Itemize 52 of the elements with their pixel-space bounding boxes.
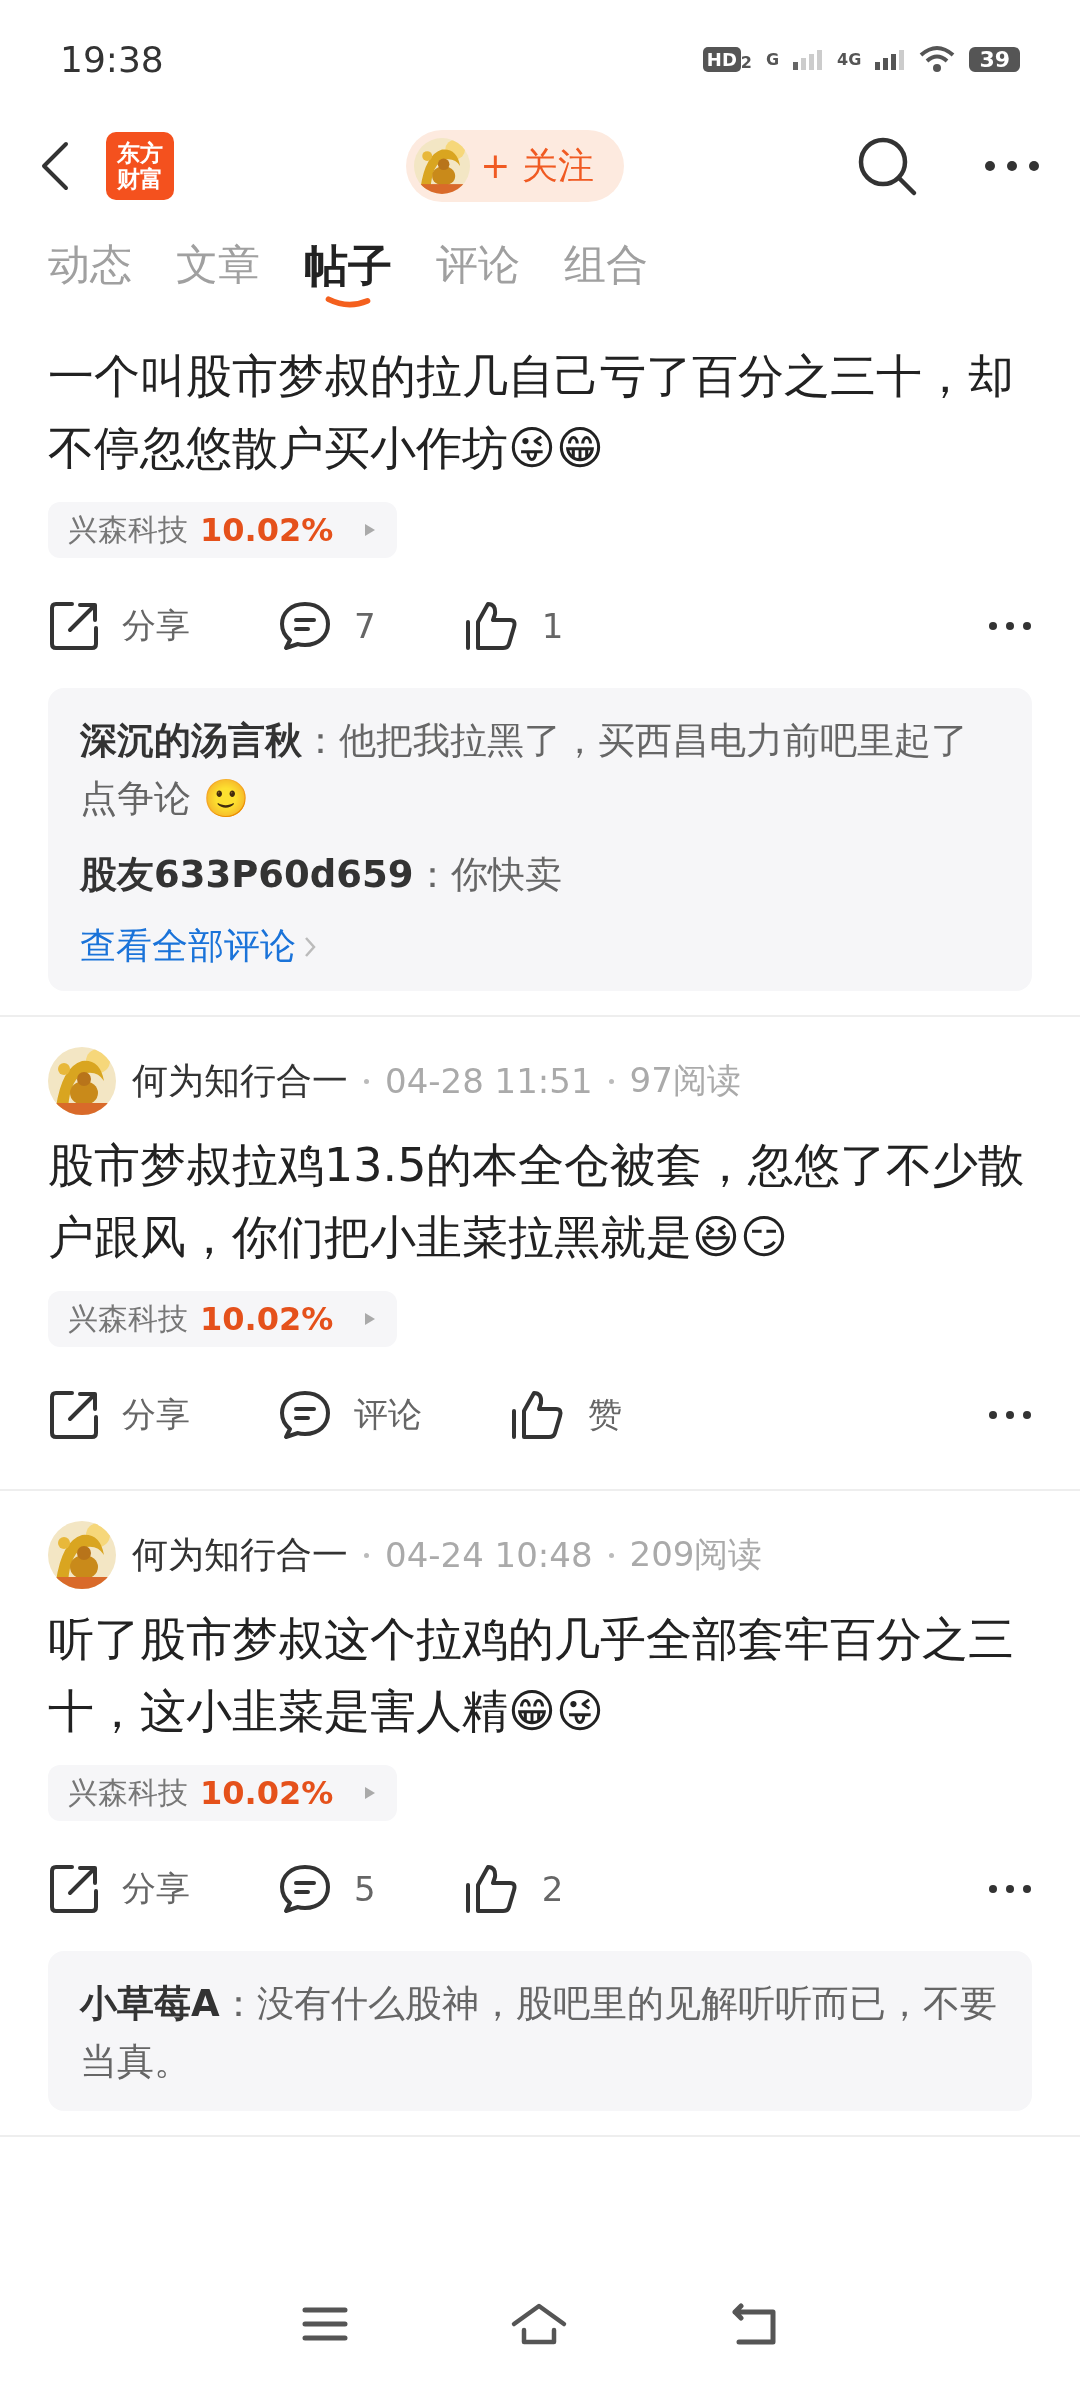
more-icon[interactable] xyxy=(988,1884,1032,1894)
view-all-comments-link[interactable]: 查看全部评论 xyxy=(80,922,316,971)
more-icon[interactable] xyxy=(984,160,1040,172)
battery-icon: 39 xyxy=(969,46,1020,72)
post-time: 04-28 11:51 xyxy=(385,1061,593,1101)
like-button[interactable]: 赞 xyxy=(510,1389,622,1441)
status-time: 19:38 xyxy=(60,38,164,80)
logo-text: 财富 xyxy=(117,166,163,192)
comment-text: 深沉的汤言秋：他把我拉黑了，买西昌电力前吧里起了点争论 🙂 xyxy=(80,718,969,822)
like-button[interactable]: 2 xyxy=(463,1863,564,1915)
author-name[interactable]: 何为知行合一 xyxy=(132,1056,348,1106)
search-icon[interactable] xyxy=(856,135,918,197)
signal-icon xyxy=(793,48,824,70)
back-icon[interactable] xyxy=(40,140,70,192)
more-icon[interactable] xyxy=(988,621,1032,631)
logo-text: 东方 xyxy=(117,140,163,166)
hd-sub-label: 2 xyxy=(740,52,752,72)
post-text: 听了股市梦叔这个拉鸡的几乎全部套牢百分之三十，这小韭菜是害人精😁😜 xyxy=(48,1612,1014,1738)
wifi-icon xyxy=(919,45,956,73)
share-icon xyxy=(48,1389,100,1441)
read-count: 97阅读 xyxy=(629,1059,741,1102)
share-button[interactable]: 分享 xyxy=(48,1389,190,1441)
share-button[interactable]: 分享 xyxy=(48,1863,190,1915)
network-label: 4G xyxy=(837,49,862,69)
home-icon[interactable] xyxy=(510,2302,568,2346)
post-text: 股市梦叔拉鸡13.5的本全仓被套，忽悠了不少散户跟风，你们把小韭菜拉黑就是😆😏 xyxy=(48,1138,1025,1264)
speech-bubble-icon xyxy=(278,1863,332,1915)
comment-button[interactable]: 5 xyxy=(278,1863,376,1915)
comment-button[interactable]: 评论 xyxy=(278,1389,422,1441)
comment-text: 股友633P60d659：你快卖 xyxy=(80,852,563,898)
more-icon[interactable] xyxy=(988,1410,1032,1420)
tab[interactable]: 帖子 xyxy=(304,237,392,296)
speech-bubble-icon xyxy=(278,600,332,652)
author-name[interactable]: 何为知行合一 xyxy=(132,1530,348,1580)
comment-text: 小草莓A：没有什么股神，股吧里的见解听听而已，不要当真。 xyxy=(80,1981,998,2085)
share-icon xyxy=(48,600,100,652)
post-text: 一个叫股市梦叔的拉几自己亏了百分之三十，却不停忽悠散户买小作坊😜😁 xyxy=(48,349,1014,475)
read-count: 209阅读 xyxy=(629,1533,763,1576)
follow-button[interactable]: + 关注 xyxy=(406,130,624,202)
like-button[interactable]: 1 xyxy=(463,600,564,652)
speech-bubble-icon xyxy=(278,1389,332,1441)
chevron-icon xyxy=(304,935,316,958)
stock-tag[interactable]: 兴森科技 10.02% xyxy=(48,1291,398,1347)
share-button[interactable]: 分享 xyxy=(48,600,190,652)
network-label: G xyxy=(765,49,780,69)
hd-badge: HD xyxy=(702,46,741,72)
comment-button[interactable]: 7 xyxy=(278,600,376,652)
signal-icon xyxy=(875,48,906,70)
stock-tag[interactable]: 兴森科技 10.02% xyxy=(48,502,398,558)
post-time: 04-24 10:48 xyxy=(385,1535,593,1575)
stock-tag[interactable]: 兴森科技 10.02% xyxy=(48,1765,398,1821)
share-icon xyxy=(48,1863,100,1915)
